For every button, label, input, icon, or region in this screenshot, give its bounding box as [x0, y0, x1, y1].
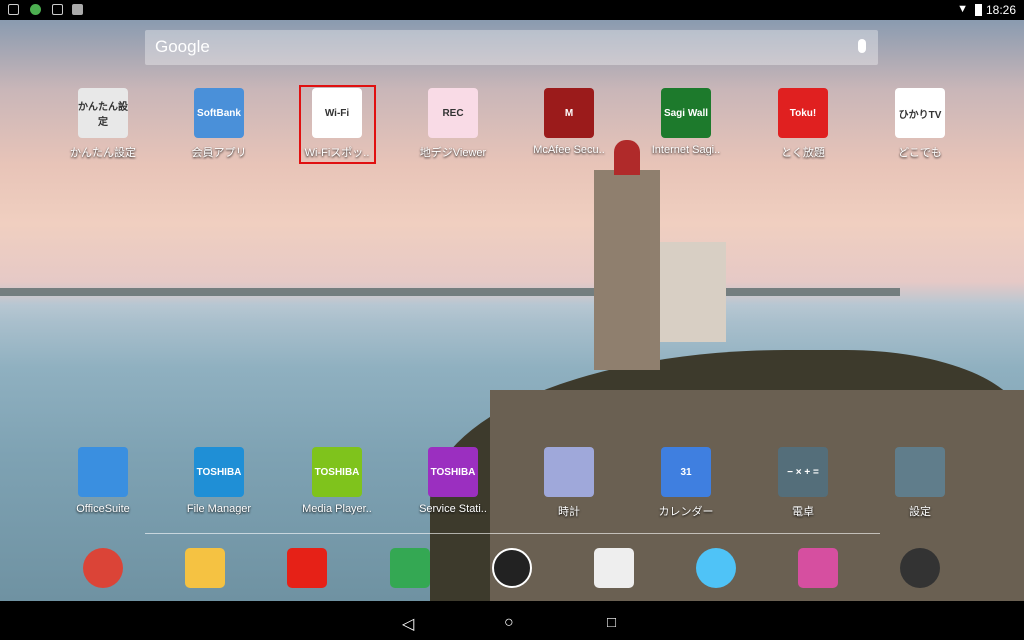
app-label: Media Player.. [302, 503, 372, 515]
app-icon: TOSHIBA [312, 447, 362, 497]
app-icon [895, 447, 945, 497]
app-second_row-2[interactable]: TOSHIBA Media Player.. [282, 447, 392, 515]
app-label: File Manager [186, 503, 252, 515]
google-search-bar[interactable]: Google [145, 30, 878, 65]
status-bar: ▼ 18:26 [0, 0, 1024, 20]
image-icon [8, 4, 19, 15]
app-label: Internet Sagi.. [651, 144, 721, 156]
app-label: かんたん設定 [70, 147, 136, 159]
app-icon: かんたん設定 [78, 88, 128, 138]
chrome-icon[interactable] [83, 548, 123, 588]
app-drawer-icon[interactable] [492, 548, 532, 588]
recents-button[interactable]: □ [607, 614, 616, 631]
distant-coast [0, 288, 900, 296]
app-icon: TOSHIBA [194, 447, 244, 497]
app-label: 会員アプリ [191, 147, 247, 159]
maps-icon[interactable] [390, 548, 430, 588]
app-second_row-6[interactable]: − × + = 電卓 [748, 447, 858, 519]
clock: 18:26 [985, 3, 1016, 17]
app-icon [544, 447, 594, 497]
app-label: 電卓 [792, 506, 814, 518]
youtube-icon[interactable] [287, 548, 327, 588]
back-button[interactable]: ◁ [402, 614, 414, 634]
app-top_row-7[interactable]: ひかりTV どこでも [865, 88, 975, 160]
app-second_row-7[interactable]: 設定 [865, 447, 975, 519]
app-icon: − × + = [778, 447, 828, 497]
app-label: 地デジViewer [419, 147, 487, 159]
app-label: 時計 [558, 506, 580, 518]
battery-icon [975, 4, 982, 16]
app-label: Service Stati.. [419, 503, 487, 515]
app-icon: Toku! [778, 88, 828, 138]
app-second_row-0[interactable]: OfficeSuite [48, 447, 158, 515]
app-top_row-1[interactable]: SoftBank 会員アプリ [164, 88, 274, 160]
app-second_row-4[interactable]: 時計 [514, 447, 624, 519]
app-label: 設定 [909, 506, 931, 518]
lighthouse [594, 170, 660, 370]
android-icon [30, 4, 41, 15]
search-placeholder: Google [155, 37, 210, 56]
app-label: とく放題 [781, 147, 825, 159]
navigation-bar: ◁ ○ □ [0, 601, 1024, 640]
home-button[interactable]: ○ [504, 614, 514, 632]
photos-icon[interactable] [696, 548, 736, 588]
wifi-icon: ▼ [957, 3, 968, 15]
app-second_row-5[interactable]: 31 カレンダー [631, 447, 741, 519]
app-icon: ひかりTV [895, 88, 945, 138]
app-icon: REC [428, 88, 478, 138]
app-label: カレンダー [658, 506, 714, 518]
app-top_row-0[interactable]: かんたん設定 かんたん設定 [48, 88, 158, 160]
app-top_row-4[interactable]: M McAfee Secu.. [514, 88, 624, 156]
app-icon: M [544, 88, 594, 138]
app-icon [78, 447, 128, 497]
app-top_row-6[interactable]: Toku! とく放題 [748, 88, 858, 160]
app-icon: SoftBank [194, 88, 244, 138]
gallery-icon[interactable] [798, 548, 838, 588]
app-top_row-5[interactable]: Sagi Wall Internet Sagi.. [631, 88, 741, 156]
building [660, 242, 726, 342]
app-label: McAfee Secu.. [533, 144, 605, 156]
app-label: OfficeSuite [76, 503, 130, 515]
app-second_row-3[interactable]: TOSHIBA Service Stati.. [398, 447, 508, 515]
play-store-icon[interactable] [594, 548, 634, 588]
notification-icon [52, 4, 63, 15]
dock-divider [145, 533, 880, 534]
app-label: どこでも [898, 147, 942, 159]
chrome-alt-icon[interactable] [900, 548, 940, 588]
notification-icon [72, 4, 83, 15]
app-icon: Sagi Wall [661, 88, 711, 138]
selection-highlight [299, 85, 376, 164]
email-icon[interactable] [185, 548, 225, 588]
app-icon: 31 [661, 447, 711, 497]
app-top_row-3[interactable]: REC 地デジViewer [398, 88, 508, 160]
app-second_row-1[interactable]: TOSHIBA File Manager [164, 447, 274, 515]
app-icon: TOSHIBA [428, 447, 478, 497]
mic-icon[interactable] [858, 39, 866, 53]
